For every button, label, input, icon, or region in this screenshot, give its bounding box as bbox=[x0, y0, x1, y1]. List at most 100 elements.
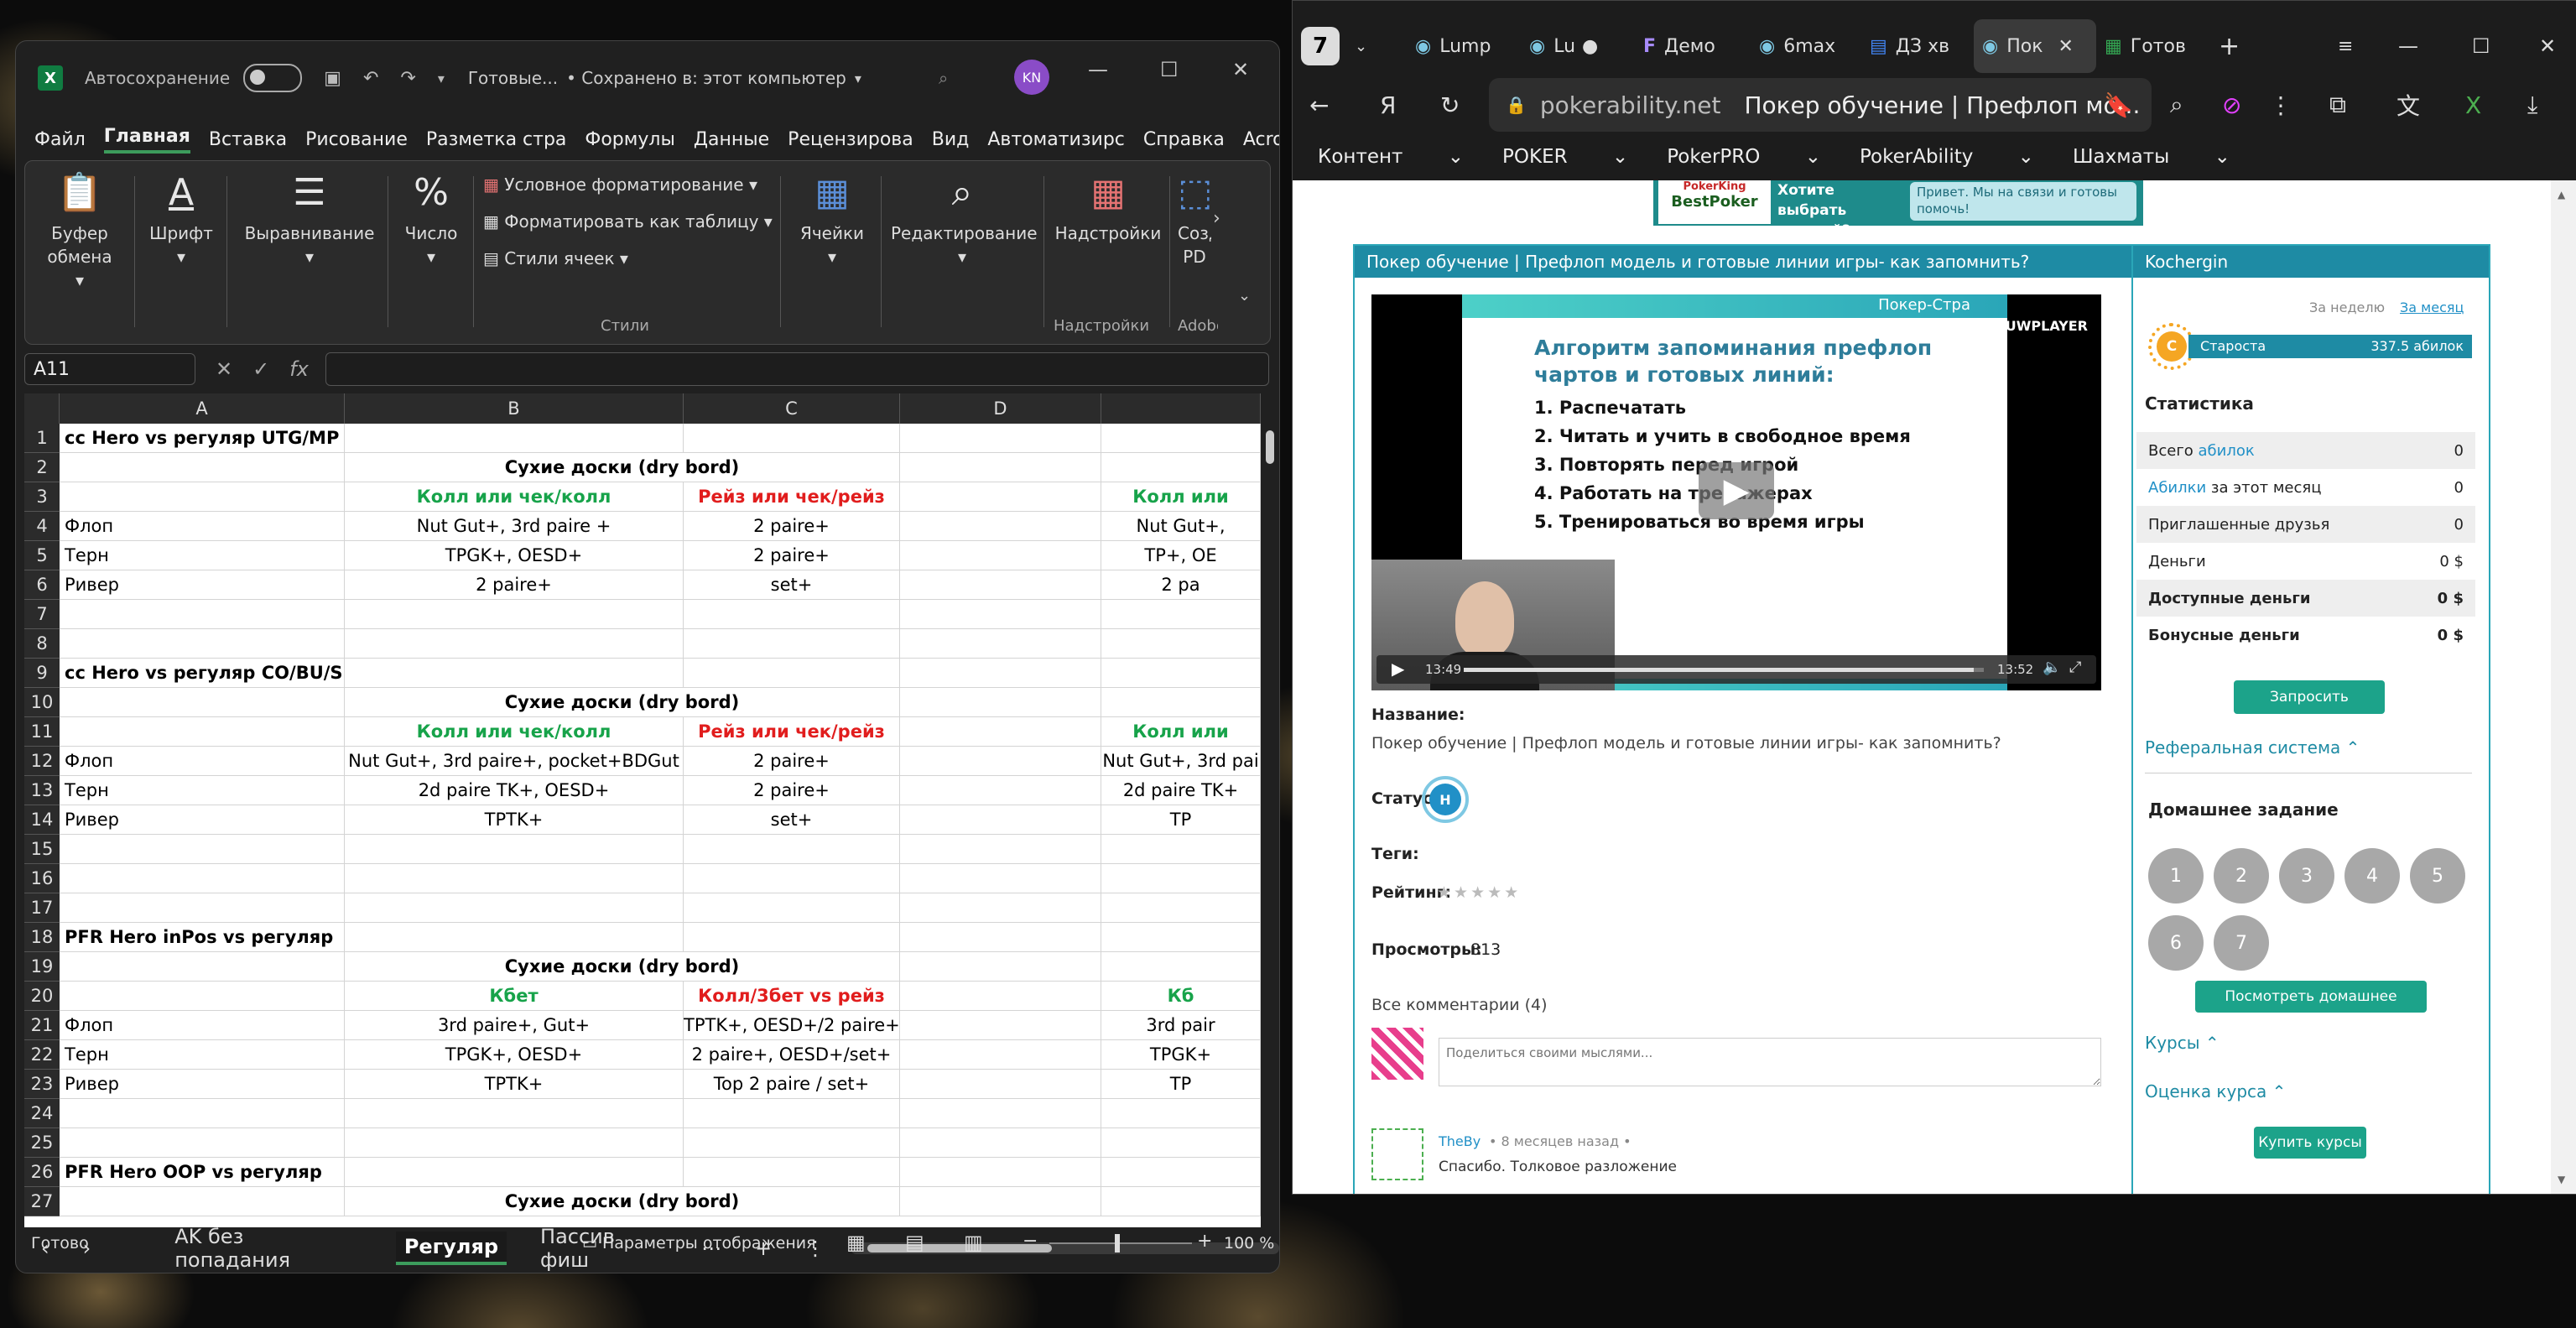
cell-a[interactable]: PFR Hero OOP vs регуляр bbox=[60, 1158, 345, 1187]
cell-e[interactable]: Колл или bbox=[1101, 482, 1261, 512]
row-header[interactable]: 16 bbox=[24, 864, 60, 893]
tab-insert[interactable]: Вставка bbox=[209, 129, 287, 150]
cell-d[interactable] bbox=[900, 1070, 1101, 1099]
cell-bc-merged[interactable]: Сухие доски (dry bord) bbox=[345, 1187, 900, 1216]
cell-e[interactable]: 2 pa bbox=[1101, 570, 1261, 600]
redo-icon[interactable]: ↷ bbox=[400, 68, 415, 89]
cell-c[interactable]: 2 paire+, OESD+/set+ bbox=[684, 1040, 900, 1070]
cell-a[interactable] bbox=[60, 717, 345, 747]
cell-d[interactable] bbox=[900, 717, 1101, 747]
sheet-tab-ak[interactable]: AK без попадания bbox=[174, 1225, 362, 1272]
cell-a[interactable]: cc Hero vs регуляр UTG/MP bbox=[60, 424, 345, 453]
homework-item[interactable]: 4 bbox=[2344, 848, 2400, 904]
tab-file[interactable]: Файл bbox=[34, 129, 86, 150]
tab-help[interactable]: Справка bbox=[1143, 129, 1225, 150]
cell-c[interactable] bbox=[684, 629, 900, 659]
cell-b[interactable]: 3rd paire+, Gut+ bbox=[345, 1011, 684, 1040]
cell-b[interactable]: TPTK+ bbox=[345, 805, 684, 835]
cell-b[interactable] bbox=[345, 835, 684, 864]
cell-bc-merged[interactable]: Сухие доски (dry bord) bbox=[345, 453, 900, 482]
cell-a[interactable]: Терн bbox=[60, 1040, 345, 1070]
cell-a[interactable] bbox=[60, 629, 345, 659]
address-bar[interactable]: 🔒 pokerability.net Покер обучение | Преф… bbox=[1489, 78, 2152, 132]
collections-icon[interactable]: ⧉ bbox=[2329, 78, 2346, 132]
cell-d[interactable] bbox=[900, 482, 1101, 512]
select-all-corner[interactable] bbox=[24, 393, 60, 424]
cell-e[interactable] bbox=[1101, 453, 1261, 482]
play-overlay-icon[interactable]: ▶ bbox=[1699, 462, 1774, 519]
cell-c[interactable] bbox=[684, 424, 900, 453]
cell-b[interactable]: TPTK+ bbox=[345, 1070, 684, 1099]
nav-poker[interactable]: POKER ⌄ bbox=[1502, 146, 1628, 168]
cell-b[interactable]: Кбет bbox=[345, 982, 684, 1011]
cell-e[interactable] bbox=[1101, 629, 1261, 659]
row-header[interactable]: 17 bbox=[24, 893, 60, 923]
cell-d[interactable] bbox=[900, 1187, 1101, 1216]
cell-a[interactable]: Ривер bbox=[60, 1070, 345, 1099]
save-status[interactable]: • Сохранено в: этот компьютер bbox=[566, 68, 846, 88]
more-icon[interactable]: ⋮ bbox=[2269, 78, 2292, 132]
cell-e[interactable] bbox=[1101, 952, 1261, 982]
browser-tab-7[interactable]: ▦ Готов bbox=[2105, 19, 2209, 73]
row-header[interactable]: 14 bbox=[24, 805, 60, 835]
cell-c[interactable] bbox=[684, 1099, 900, 1128]
tab-automate[interactable]: Автоматизирс bbox=[987, 129, 1125, 150]
homework-item[interactable]: 6 bbox=[2148, 915, 2204, 971]
cell-c[interactable]: Top 2 paire / set+ bbox=[684, 1070, 900, 1099]
commenter-name[interactable]: TheBy bbox=[1439, 1133, 1481, 1149]
confirm-icon[interactable]: ✓ bbox=[252, 357, 269, 381]
browser-tab-4[interactable]: ◉ 6max bbox=[1759, 19, 1860, 73]
search-icon[interactable]: ⌕ bbox=[939, 68, 948, 88]
cell-b[interactable] bbox=[345, 629, 684, 659]
column-header-a[interactable]: A bbox=[60, 393, 345, 424]
formula-input[interactable] bbox=[325, 352, 1269, 386]
see-homework-button[interactable]: Посмотреть домашнее задание bbox=[2195, 981, 2427, 1037]
row-header[interactable]: 3 bbox=[24, 482, 60, 512]
cell-a[interactable]: Ривер bbox=[60, 805, 345, 835]
reload-icon[interactable]: ↻ bbox=[1440, 78, 1460, 132]
cell-d[interactable] bbox=[900, 776, 1101, 805]
rating-stars[interactable]: ★★★★★ bbox=[1437, 883, 1521, 902]
vertical-scrollbar[interactable] bbox=[1261, 393, 1279, 1227]
cell-c[interactable]: 2 paire+ bbox=[684, 541, 900, 570]
cell-d[interactable] bbox=[900, 923, 1101, 952]
cell-e[interactable]: TPGK+ bbox=[1101, 1040, 1261, 1070]
cell-b[interactable]: Колл или чек/колл bbox=[345, 717, 684, 747]
back-icon[interactable]: ← bbox=[1309, 78, 1329, 132]
cell-b[interactable]: Nut Gut+, 3rd paire + bbox=[345, 512, 684, 541]
row-header[interactable]: 20 bbox=[24, 982, 60, 1011]
cell-a[interactable]: cc Hero vs регуляр CO/BU/SB bbox=[60, 659, 345, 688]
page-break-view-icon[interactable]: ▥ bbox=[964, 1231, 983, 1254]
cell-d[interactable] bbox=[900, 805, 1101, 835]
new-tab-icon[interactable]: + bbox=[2219, 19, 2240, 73]
cell-d[interactable] bbox=[900, 1158, 1101, 1187]
cell-e[interactable] bbox=[1101, 893, 1261, 923]
row-header[interactable]: 26 bbox=[24, 1158, 60, 1187]
row-header[interactable]: 1 bbox=[24, 424, 60, 453]
cell-c[interactable] bbox=[684, 600, 900, 629]
cell-a[interactable]: Терн bbox=[60, 541, 345, 570]
homework-item[interactable]: 2 bbox=[2214, 848, 2269, 904]
editing-button[interactable]: ⌕ Редактирование ▾ bbox=[891, 169, 1038, 268]
zoom-in-icon[interactable]: + bbox=[1197, 1231, 1212, 1252]
cell-b[interactable] bbox=[345, 1158, 684, 1187]
cell-d[interactable] bbox=[900, 1011, 1101, 1040]
video-progress-bar[interactable] bbox=[1464, 668, 1984, 672]
cell-e[interactable]: Nut Gut+, bbox=[1101, 512, 1261, 541]
cell-c[interactable]: TPTK+, OESD+/2 paire+ bbox=[684, 1011, 900, 1040]
row-header[interactable]: 12 bbox=[24, 747, 60, 776]
period-month[interactable]: За месяц bbox=[2400, 299, 2464, 315]
row-header[interactable]: 13 bbox=[24, 776, 60, 805]
spreadsheet-grid[interactable]: A B C D 1 cc Hero vs регуляр UTG/MP 2 Сухие… bbox=[24, 393, 1261, 1227]
play-icon[interactable]: ▶ bbox=[1392, 659, 1404, 679]
format-as-table-button[interactable]: ▦ Форматировать как таблицу ▾ bbox=[483, 210, 773, 233]
homework-item[interactable]: 7 bbox=[2214, 915, 2269, 971]
column-header-e[interactable] bbox=[1101, 393, 1261, 424]
row-header[interactable]: 24 bbox=[24, 1099, 60, 1128]
conditional-format-button[interactable]: ▦ Условное форматирование ▾ bbox=[483, 173, 757, 196]
cell-c[interactable]: Рейз или чек/рейз bbox=[684, 482, 900, 512]
cell-e[interactable] bbox=[1101, 835, 1261, 864]
referral-toggle[interactable]: Реферальная система ⌃ bbox=[2145, 737, 2360, 758]
comment-input[interactable] bbox=[1439, 1038, 2101, 1086]
row-header[interactable]: 27 bbox=[24, 1187, 60, 1216]
